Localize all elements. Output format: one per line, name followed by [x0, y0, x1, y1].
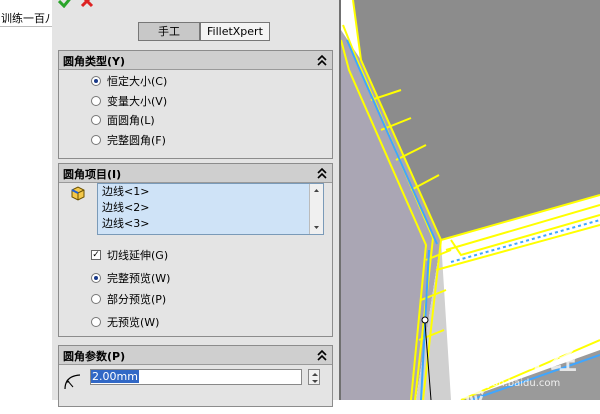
radio-label: 完整圆角(F) [107, 134, 166, 147]
radio-label: 变量大小(V) [107, 95, 168, 108]
radio-label: 恒定大小(C) [107, 75, 168, 88]
radio-full-round[interactable]: 完整圆角(F) [91, 132, 166, 148]
radius-spinner[interactable] [308, 369, 320, 385]
radio-label: 完整预览(W) [107, 272, 171, 285]
checkbox-label: 切线延伸(G) [107, 249, 169, 262]
watermark-subtext: jingyan.baidu.com [468, 378, 561, 389]
radio-button[interactable] [91, 96, 101, 106]
tree-item-label: 训练一百八 [1, 12, 51, 25]
fillet-params-header[interactable]: 圆角参数(P) [59, 346, 332, 365]
radio-button[interactable] [91, 135, 101, 145]
tangent-propagation-checkbox[interactable]: ✓ 切线延伸(G) [91, 247, 168, 263]
group-title: 圆角项目(I) [63, 168, 122, 181]
radio-button[interactable] [91, 294, 101, 304]
spinner-arrows-icon [312, 373, 318, 383]
radio-button[interactable] [91, 273, 101, 283]
ok-icon[interactable] [58, 0, 74, 8]
tree-item[interactable]: 训练一百八 [0, 4, 52, 27]
fillet-type-group: 圆角类型(Y) 恒定大小(C) 变量大小(V) 面圆角(L) 完整圆角(F) [58, 50, 333, 159]
tab-manual[interactable]: 手工 [138, 22, 200, 41]
scroll-arrows-icon [314, 189, 319, 229]
cancel-icon[interactable] [80, 0, 94, 8]
group-title: 圆角类型(Y) [63, 55, 126, 68]
radio-full-preview[interactable]: 完整预览(W) [91, 270, 170, 286]
radio-variable-size[interactable]: 变量大小(V) [91, 93, 167, 109]
list-item[interactable]: 边线<3> [98, 216, 323, 232]
radio-button[interactable] [91, 115, 101, 125]
collapse-icon[interactable] [317, 167, 327, 179]
radio-label: 部分预览(P) [107, 293, 167, 306]
scrollbar[interactable] [309, 184, 323, 234]
list-item[interactable]: 边线<2> [98, 200, 323, 216]
collapse-icon[interactable] [317, 349, 327, 361]
edge-selection-list[interactable]: 边线<1> 边线<2> 边线<3> [97, 183, 324, 235]
radio-partial-preview[interactable]: 部分预览(P) [91, 291, 166, 307]
feature-tree-panel: 训练一百八 [0, 0, 53, 400]
radius-icon [64, 374, 81, 390]
radius-row: 2.00mm [58, 367, 331, 391]
list-item[interactable]: 边线<1> [98, 184, 323, 200]
collapse-icon[interactable] [317, 54, 327, 66]
radio-button[interactable] [91, 76, 101, 86]
radio-label: 面圆角(L) [107, 114, 155, 127]
radio-face-fillet[interactable]: 面圆角(L) [91, 112, 155, 128]
fillet-type-header[interactable]: 圆角类型(Y) [59, 51, 332, 70]
watermark-text: Baidu 经验 [458, 346, 577, 413]
edge-cube-icon [71, 186, 85, 201]
radius-input[interactable]: 2.00mm [90, 369, 302, 385]
fillet-items-group: 圆角项目(I) 边线<1> 边线<2> 边线<3> ✓ 切线延伸(G) 完整预览(… [58, 163, 333, 337]
tab-filletxpert[interactable]: FilletXpert [200, 22, 270, 41]
radio-constant-size[interactable]: 恒定大小(C) [91, 73, 167, 89]
radio-label: 无预览(W) [107, 316, 160, 329]
radio-no-preview[interactable]: 无预览(W) [91, 314, 159, 330]
radius-value: 2.00mm [91, 370, 139, 383]
pm-tabs: 手工 FilletXpert [138, 22, 270, 41]
fillet-items-header[interactable]: 圆角项目(I) [59, 164, 332, 183]
property-manager: 手工 FilletXpert 圆角类型(Y) 恒定大小(C) 变量大小(V) 面… [52, 0, 341, 407]
checkbox[interactable]: ✓ [91, 250, 101, 260]
group-title: 圆角参数(P) [63, 350, 126, 363]
radio-button[interactable] [91, 317, 101, 327]
